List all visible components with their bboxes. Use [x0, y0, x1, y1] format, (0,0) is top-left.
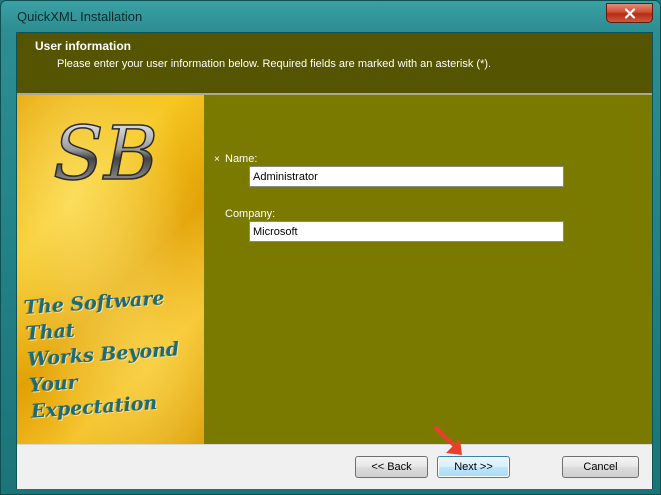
close-button[interactable]	[606, 3, 653, 23]
banner-slogan: The Software That Works Beyond Your Expe…	[23, 282, 204, 424]
required-marker: ×	[214, 154, 220, 165]
back-button[interactable]: << Back	[355, 456, 428, 478]
dialog-client-area: User information Please enter your user …	[16, 32, 653, 489]
svg-text:SB: SB	[53, 111, 158, 197]
cancel-button[interactable]: Cancel	[562, 456, 639, 478]
slogan-line: Your Expectation	[28, 371, 158, 423]
page-description: Please enter your user information below…	[57, 58, 492, 70]
red-arrow-icon	[434, 426, 462, 455]
company-label: Company:	[225, 208, 276, 220]
page-body: SB The Software That Works Beyond Your E…	[17, 95, 652, 444]
name-label: Name:	[225, 153, 258, 165]
page-title: User information	[35, 39, 132, 53]
page-header: User information Please enter your user …	[17, 33, 652, 95]
close-icon	[624, 7, 635, 19]
name-input[interactable]	[249, 166, 564, 187]
company-input[interactable]	[249, 221, 564, 242]
side-banner: SB The Software That Works Beyond Your E…	[17, 95, 204, 444]
button-bar: << Back Next >> Cancel	[17, 444, 652, 489]
window-title: QuickXML Installation	[17, 9, 143, 24]
installer-window: QuickXML Installation User information P…	[0, 0, 661, 495]
sb-logo: SB	[52, 110, 159, 197]
